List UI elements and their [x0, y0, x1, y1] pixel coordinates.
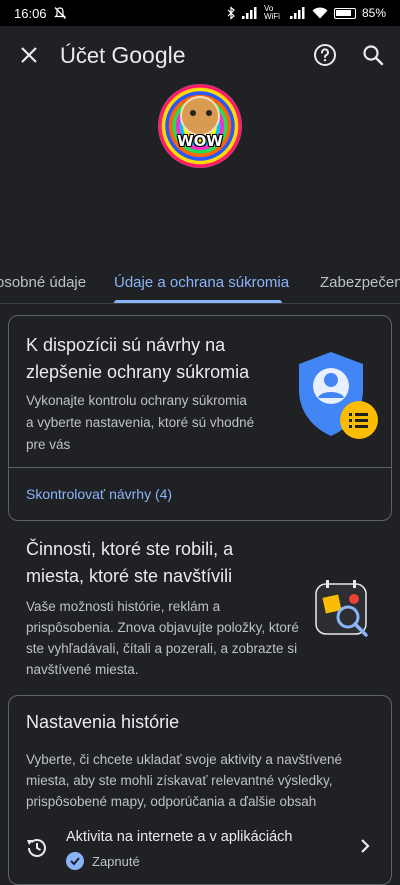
- avatar[interactable]: WOW: [158, 84, 242, 168]
- review-suggestions-link[interactable]: Skontrolovať návrhy (4): [26, 486, 172, 502]
- activity-history-icon: [315, 580, 368, 637]
- activity-section-title: Činnosti, ktoré ste robili, a miesta, kt…: [26, 539, 234, 586]
- network-label: Vo WiFi: [263, 4, 280, 21]
- privacy-card-title: K dispozícii sú návrhy na zlepšenie ochr…: [26, 335, 250, 382]
- card-divider: [9, 467, 391, 468]
- web-app-activity-label: Aktivita na internete a v aplikáciách: [66, 829, 293, 845]
- help-icon: [314, 44, 336, 66]
- privacy-shield-icon: [299, 352, 378, 439]
- wifi-icon: [312, 7, 328, 19]
- battery-icon: [333, 7, 356, 19]
- check-icon: [66, 852, 84, 870]
- close-button[interactable]: [12, 38, 46, 72]
- chevron-right-icon: [361, 839, 370, 853]
- web-app-activity-row[interactable]: Aktivita na internete a v aplikáciách Za…: [9, 824, 391, 884]
- app-bar: Účet Google: [0, 26, 400, 84]
- history-card-description: Vyberte, či chcete ukladať svoje aktivit…: [26, 752, 342, 809]
- search-button[interactable]: [358, 40, 388, 70]
- mute-icon: [53, 7, 66, 19]
- signal-icon: [241, 7, 257, 19]
- battery-level: 85%: [361, 6, 386, 20]
- tab-bar: osobné údaje Údaje a ochrana súkromia Za…: [0, 262, 400, 304]
- privacy-suggestions-card: K dispozícii sú návrhy na zlepšenie ochr…: [8, 315, 392, 521]
- tab-security[interactable]: Zabezpečen: [320, 274, 400, 291]
- bluetooth-icon: [227, 6, 235, 20]
- help-button[interactable]: [310, 40, 340, 70]
- tabs-divider: [0, 303, 400, 304]
- status-time: 16:06: [14, 5, 47, 21]
- search-icon: [363, 45, 384, 66]
- history-settings-card: Nastavenia histórie Vyberte, či chcete u…: [8, 695, 392, 885]
- privacy-card-description: Vykonajte kontrolu ochrany súkromia a vy…: [26, 393, 255, 452]
- avatar-caption: WOW: [177, 132, 223, 150]
- web-app-activity-status: Zapnuté: [66, 852, 140, 870]
- history-card-title: Nastavenia histórie: [26, 712, 180, 732]
- title-prefix: Účet: [60, 42, 106, 68]
- history-icon: [27, 839, 46, 857]
- title-brand: Google: [111, 41, 186, 68]
- close-icon: [21, 47, 37, 63]
- avatar-dog-image: [180, 96, 220, 136]
- status-bar: 16:06 Vo WiFi 85%: [0, 0, 400, 26]
- tab-data-privacy[interactable]: Údaje a ochrana súkromia: [114, 274, 289, 291]
- signal-icon-2: [289, 7, 305, 19]
- page-title: Účet Google: [60, 42, 186, 69]
- tab-personal-info[interactable]: osobné údaje: [0, 274, 86, 291]
- activity-section-description: Vaše možnosti histórie, reklám a prispôs…: [26, 599, 299, 677]
- status-label: Zapnuté: [92, 853, 140, 869]
